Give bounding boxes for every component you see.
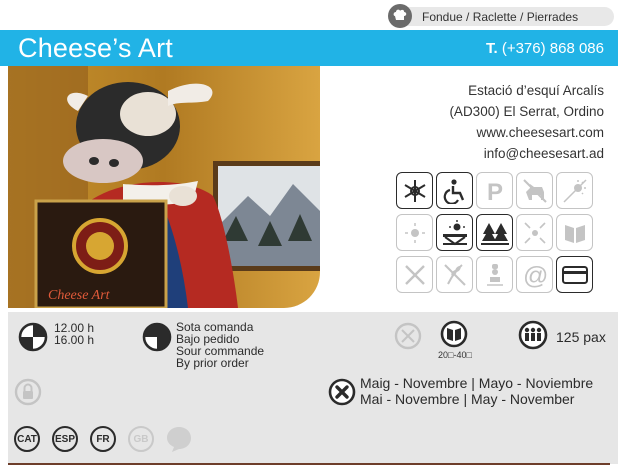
order-info: Sota comanda Bajo pedido Sour commande B… (176, 321, 264, 369)
phone-number[interactable]: T. (+376) 868 086 (486, 40, 604, 57)
language-cat: CAT (14, 426, 40, 452)
order-line-4: By prior order (176, 356, 249, 370)
credit-card-icon (556, 256, 593, 293)
photo-sign-text: Cheese Art (48, 288, 111, 303)
at-sign-icon: @ (516, 256, 553, 293)
language-fr-label: FR (96, 433, 110, 445)
sun-terrace-table-icon (436, 214, 473, 251)
svg-text:P: P (487, 179, 503, 204)
category-text: Fondue / Raclette / Pierrades (422, 10, 579, 24)
clock-icon (18, 322, 48, 357)
closed-line-1: Maig - Novembre | Mayo - Noviembre (360, 375, 594, 391)
menu-book-icon (440, 320, 468, 353)
address-block: Estació d’esquí Arcalís (AD300) El Serra… (449, 80, 604, 164)
inward-arrows-icon (516, 214, 553, 251)
language-gb-label: GB (133, 433, 149, 445)
email-link[interactable]: info@cheesesart.ad (449, 143, 604, 164)
wheelchair-icon (436, 172, 473, 209)
language-gb: GB (128, 426, 154, 452)
hours-close: 16.00 h (54, 333, 95, 347)
lock-icon (14, 378, 42, 411)
language-esp-label: ESP (54, 433, 75, 445)
menu-cutlery-icon (556, 214, 593, 251)
menu-price-range: 20□-40□ (438, 350, 472, 360)
capacity-text: 125 pax (556, 329, 606, 345)
mountain-trees-icon (476, 214, 513, 251)
chef-hat-icon (388, 4, 412, 28)
svg-text:@: @ (523, 262, 548, 288)
restaurant-photo: Cheese Art (8, 66, 320, 308)
language-esp: ESP (52, 426, 78, 452)
no-cutlery-icon (396, 256, 433, 293)
half-clock-icon (142, 322, 172, 357)
opening-hours: 12.00 h 16.00 h (54, 322, 94, 346)
closed-icon (328, 378, 356, 411)
sun-terrace-icon (556, 172, 593, 209)
sun-rays-icon (396, 214, 433, 251)
people-icon (518, 320, 548, 355)
language-cat-label: CAT (17, 433, 37, 445)
no-cutlery-circle-icon (394, 322, 422, 355)
phone-value: (+376) 868 086 (501, 40, 604, 57)
category-pill: Fondue / Raclette / Pierrades (388, 4, 614, 28)
bottom-rule (8, 463, 610, 465)
chef-icon (476, 256, 513, 293)
pets-allowed-icon (516, 172, 553, 209)
phone-prefix: T. (485, 40, 498, 57)
address-line-2: (AD300) El Serrat, Ordino (449, 104, 604, 119)
speech-bubble-icon (164, 424, 194, 459)
restaurant-name: Cheese’s Art (18, 33, 173, 63)
language-fr: FR (90, 426, 116, 452)
gluten-free-icon (436, 256, 473, 293)
closed-line-2: Mai - Novembre | May - November (360, 391, 575, 407)
parking-icon: P (476, 172, 513, 209)
air-conditioning-icon (396, 172, 433, 209)
closed-period: Maig - Novembre | Mayo - Noviembre Mai -… (360, 375, 593, 407)
website-link[interactable]: www.cheesesart.com (449, 122, 604, 143)
address-line-1: Estació d’esquí Arcalís (468, 83, 604, 98)
